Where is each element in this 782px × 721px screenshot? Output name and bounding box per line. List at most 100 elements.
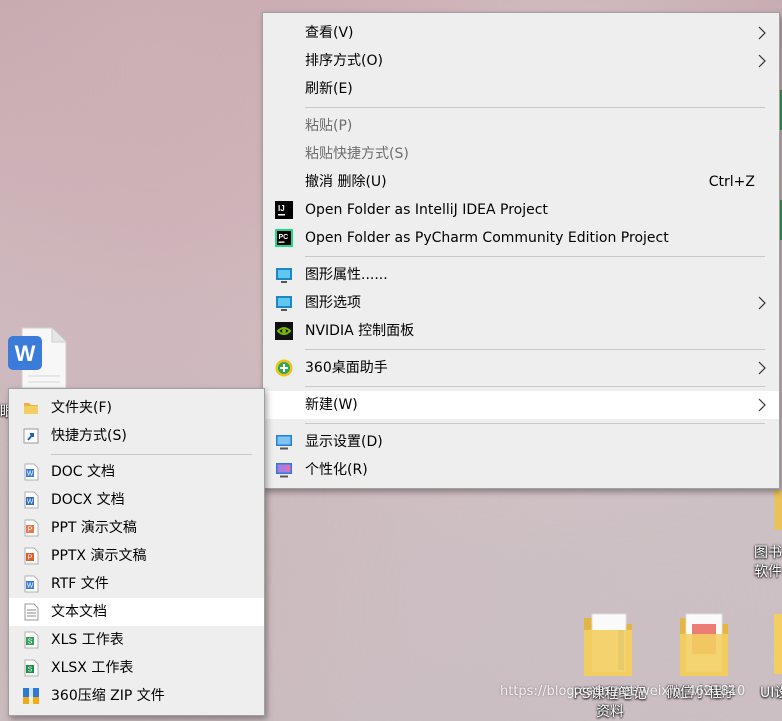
submenu-item-rtf[interactable]: W RTF 文件 (9, 570, 264, 598)
menu-item-graphics-properties-label: 图形属性...... (305, 267, 388, 283)
menu-item-nvidia-label: NVIDIA 控制面板 (305, 323, 415, 339)
nvidia-icon (275, 322, 293, 340)
excel-xlsx-icon: S (22, 659, 40, 677)
folder-icon (22, 399, 40, 417)
submenu-item-doc-label: DOC 文档 (51, 464, 116, 480)
360zip-icon (22, 687, 40, 705)
menu-item-360-assistant-label: 360桌面助手 (305, 360, 388, 376)
submenu-item-zip-label: 360压缩 ZIP 文件 (51, 688, 165, 704)
submenu-item-folder-label: 文件夹(F) (51, 400, 112, 416)
intel-graphics-icon (275, 294, 293, 312)
submenu-item-doc[interactable]: W DOC 文档 (9, 458, 264, 486)
desktop-books-label-2: 软件 (754, 564, 782, 580)
desktop-folder-wechat-mini[interactable] (678, 610, 730, 680)
submenu-item-rtf-label: RTF 文件 (51, 576, 109, 592)
submenu-item-shortcut[interactable]: 快捷方式(S) (9, 422, 264, 450)
menu-item-paste[interactable]: 粘贴(P) (263, 112, 779, 140)
display-icon (275, 433, 293, 451)
svg-text:W: W (27, 471, 34, 478)
menu-item-graphics-options[interactable]: 图形选项 (263, 289, 779, 317)
menu-item-paste-shortcut-label: 粘贴快捷方式(S) (305, 146, 409, 162)
menu-separator (305, 349, 765, 350)
menu-separator (305, 423, 765, 424)
submenu-item-xls[interactable]: S XLS 工作表 (9, 626, 264, 654)
text-file-icon (22, 603, 40, 621)
desktop-folder-ui[interactable] (770, 614, 782, 678)
svg-text:P: P (28, 527, 33, 534)
menu-item-new-label: 新建(W) (305, 397, 358, 413)
menu-item-personalize[interactable]: 个性化(R) (263, 456, 779, 484)
menu-item-display-settings[interactable]: 显示设置(D) (263, 428, 779, 456)
word-docx-icon: W (22, 491, 40, 509)
menu-item-view-label: 查看(V) (305, 25, 354, 41)
word-file-icon: W (8, 327, 67, 389)
chevron-right-icon (755, 361, 769, 375)
menu-item-sort[interactable]: 排序方式(O) (263, 47, 779, 75)
menu-item-paste-label: 粘贴(P) (305, 118, 353, 134)
folder-icon (584, 613, 632, 676)
svg-text:W: W (27, 499, 34, 506)
desktop-word-file[interactable]: W (6, 326, 68, 390)
menu-item-nvidia[interactable]: NVIDIA 控制面板 (263, 317, 779, 345)
chevron-right-icon (755, 26, 769, 40)
folder-icon (680, 613, 728, 676)
submenu-item-ppt-label: PPT 演示文稿 (51, 520, 137, 536)
desktop-folder-ps-notes[interactable] (582, 610, 634, 680)
word-doc-icon: W (22, 463, 40, 481)
submenu-item-zip[interactable]: 360压缩 ZIP 文件 (9, 682, 264, 710)
personalize-icon (275, 461, 293, 479)
menu-item-undo-delete[interactable]: 撤消 删除(U) Ctrl+Z (263, 168, 779, 196)
submenu-item-shortcut-label: 快捷方式(S) (51, 428, 127, 444)
submenu-item-pptx[interactable]: P PPTX 演示文稿 (9, 542, 264, 570)
ppt-icon: P (22, 519, 40, 537)
submenu-item-pptx-label: PPTX 演示文稿 (51, 548, 147, 564)
svg-text:P: P (28, 555, 33, 562)
360-assistant-icon (275, 359, 293, 377)
menu-item-graphics-properties[interactable]: 图形属性...... (263, 261, 779, 289)
excel-xls-icon: S (22, 631, 40, 649)
menu-item-new[interactable]: 新建(W) (263, 391, 779, 419)
svg-text:W: W (27, 583, 34, 590)
menu-item-graphics-options-label: 图形选项 (305, 295, 361, 311)
menu-item-refresh-label: 刷新(E) (305, 81, 353, 97)
menu-item-view[interactable]: 查看(V) (263, 19, 779, 47)
menu-item-open-pycharm-label: Open Folder as PyCharm Community Edition… (305, 230, 669, 246)
submenu-item-text-document-label: 文本文档 (51, 604, 107, 620)
rtf-icon: W (22, 575, 40, 593)
svg-text:PC: PC (279, 234, 289, 241)
submenu-item-xlsx-label: XLSX 工作表 (51, 660, 134, 676)
submenu-item-docx[interactable]: W DOCX 文档 (9, 486, 264, 514)
menu-item-display-settings-label: 显示设置(D) (305, 434, 383, 450)
submenu-item-xlsx[interactable]: S XLSX 工作表 (9, 654, 264, 682)
menu-item-refresh[interactable]: 刷新(E) (263, 75, 779, 103)
menu-item-paste-shortcut[interactable]: 粘贴快捷方式(S) (263, 140, 779, 168)
menu-separator (305, 386, 765, 387)
menu-separator (305, 107, 765, 108)
submenu-item-xls-label: XLS 工作表 (51, 632, 124, 648)
submenu-item-ppt[interactable]: P PPT 演示文稿 (9, 514, 264, 542)
new-submenu: 文件夹(F) 快捷方式(S) W DOC 文档 W DOCX 文档 P PPT … (8, 388, 265, 716)
desktop-books-label-1: 图书 (754, 545, 782, 561)
desktop-folder-right-edge[interactable] (774, 490, 782, 530)
pptx-icon: P (22, 547, 40, 565)
watermark: https://blog.csdn.net/weixin_4621810 (500, 684, 746, 699)
submenu-item-folder[interactable]: 文件夹(F) (9, 394, 264, 422)
menu-item-open-pycharm[interactable]: PC Open Folder as PyCharm Community Edit… (263, 224, 779, 252)
menu-item-open-intellij[interactable]: IJ Open Folder as IntelliJ IDEA Project (263, 196, 779, 224)
menu-separator (51, 454, 252, 455)
svg-text:S: S (28, 639, 33, 646)
menu-item-open-intellij-label: Open Folder as IntelliJ IDEA Project (305, 202, 548, 218)
desktop-context-menu: 查看(V) 排序方式(O) 刷新(E) 粘贴(P) 粘贴快捷方式(S) 撤消 删… (262, 12, 780, 489)
menu-item-undo-shortcut: Ctrl+Z (708, 174, 755, 190)
chevron-right-icon (755, 54, 769, 68)
menu-item-sort-label: 排序方式(O) (305, 53, 383, 69)
chevron-right-icon (755, 296, 769, 310)
submenu-item-text-document[interactable]: 文本文档 (9, 598, 264, 626)
desktop-ui-partial-label: UI设 (760, 685, 782, 701)
svg-text:S: S (28, 667, 33, 674)
intellij-icon: IJ (275, 201, 293, 219)
shortcut-icon (22, 427, 40, 445)
menu-item-360-assistant[interactable]: 360桌面助手 (263, 354, 779, 382)
chevron-right-icon (755, 398, 769, 412)
pycharm-icon: PC (275, 229, 293, 247)
